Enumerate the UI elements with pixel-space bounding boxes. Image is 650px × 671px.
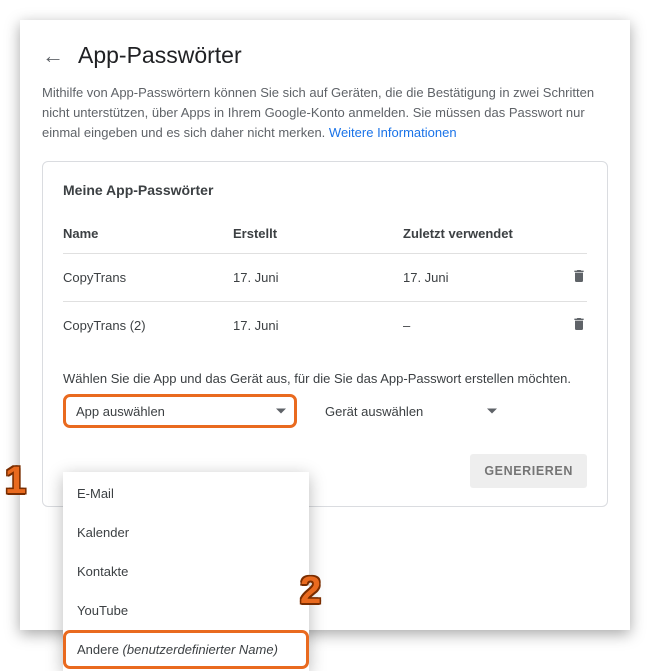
more-info-link[interactable]: Weitere Informationen — [329, 125, 457, 140]
dropdown-item-youtube[interactable]: YouTube — [63, 591, 309, 630]
app-select-dropdown: E-Mail Kalender Kontakte YouTube Andere … — [63, 472, 309, 671]
cell-name: CopyTrans — [63, 270, 233, 285]
cell-used: 17. Juni — [403, 270, 559, 285]
cell-used: – — [403, 318, 559, 333]
cell-name: CopyTrans (2) — [63, 318, 233, 333]
table-row: CopyTrans 17. Juni 17. Juni — [63, 253, 587, 301]
app-select-label: App auswählen — [76, 404, 165, 419]
device-select-label: Gerät auswählen — [325, 404, 423, 419]
col-header-name: Name — [63, 226, 233, 241]
description-body: Mithilfe von App-Passwörtern können Sie … — [42, 85, 594, 140]
back-icon[interactable]: ← — [42, 45, 64, 67]
card-header: Meine App-Passwörter — [63, 182, 587, 198]
page-title: App-Passwörter — [78, 42, 242, 69]
dropdown-item-calendar[interactable]: Kalender — [63, 513, 309, 552]
app-select[interactable]: App auswählen — [63, 394, 297, 428]
description-text: Mithilfe von App-Passwörtern können Sie … — [42, 83, 608, 143]
dropdown-item-contacts[interactable]: Kontakte — [63, 552, 309, 591]
generate-button[interactable]: GENERIEREN — [470, 454, 587, 488]
trash-icon[interactable] — [571, 272, 587, 287]
chevron-down-icon — [487, 409, 497, 414]
app-passwords-card: Meine App-Passwörter Name Erstellt Zulet… — [42, 161, 608, 507]
col-header-used: Zuletzt verwendet — [403, 226, 559, 241]
chevron-down-icon — [276, 409, 286, 414]
cell-created: 17. Juni — [233, 270, 403, 285]
cell-created: 17. Juni — [233, 318, 403, 333]
device-select[interactable]: Gerät auswählen — [315, 394, 505, 428]
trash-icon[interactable] — [571, 320, 587, 335]
table-header-row: Name Erstellt Zuletzt verwendet — [63, 220, 587, 253]
dropdown-item-email[interactable]: E-Mail — [63, 474, 309, 513]
select-prompt: Wählen Sie die App und das Gerät aus, fü… — [63, 371, 587, 386]
table-row: CopyTrans (2) 17. Juni – — [63, 301, 587, 349]
col-header-created: Erstellt — [233, 226, 403, 241]
